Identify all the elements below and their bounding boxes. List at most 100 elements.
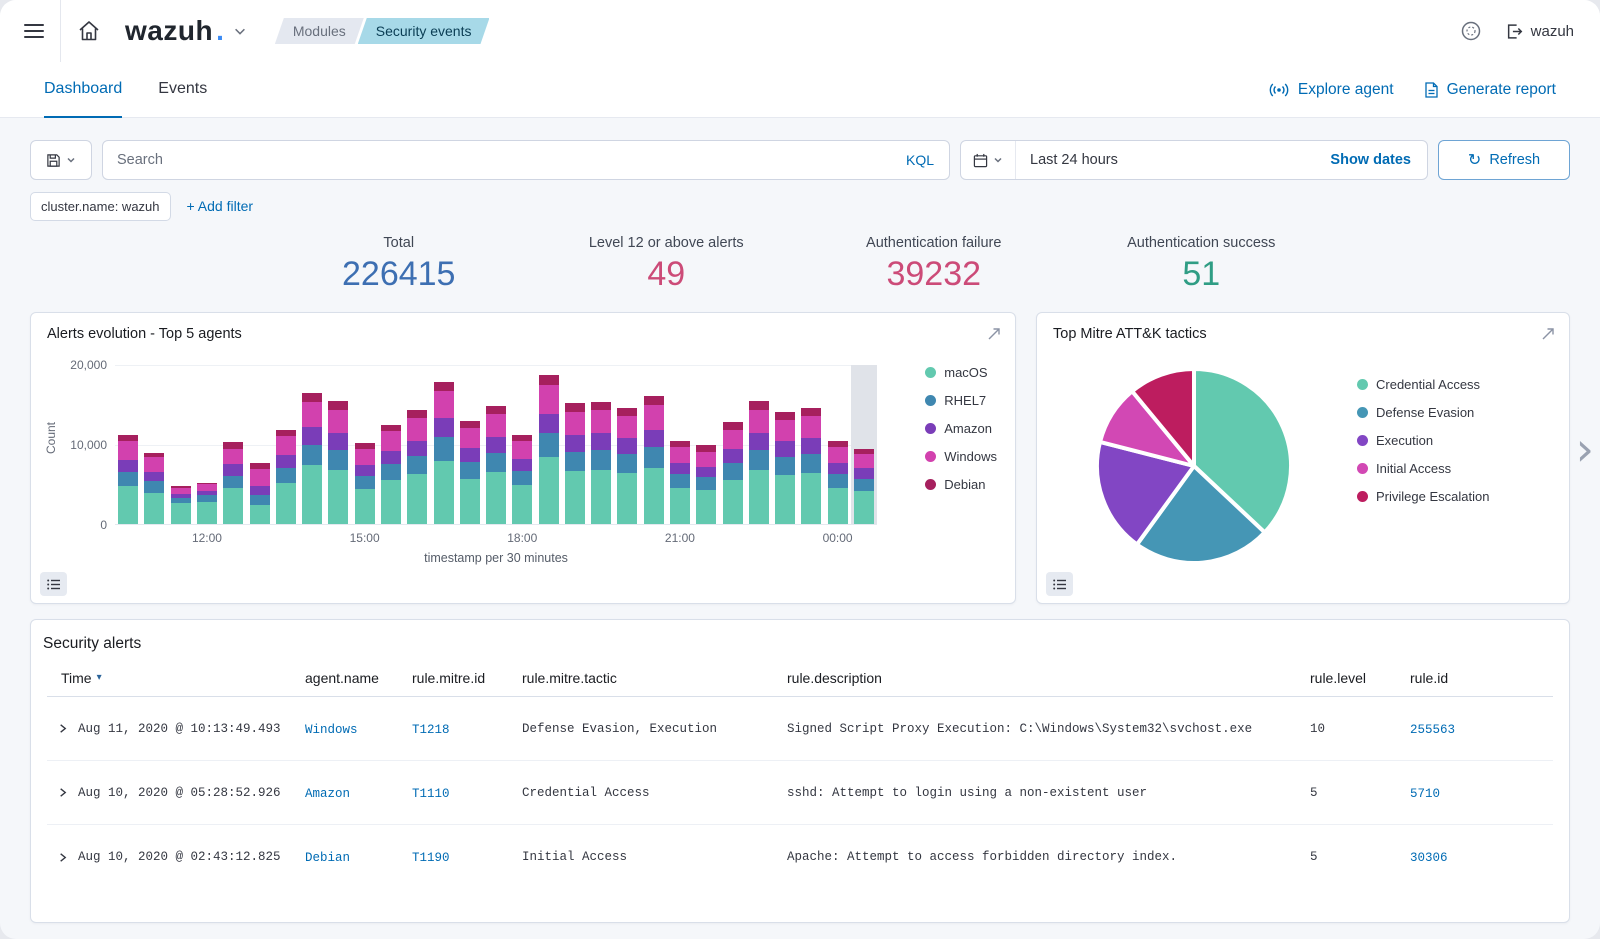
- inspect-chart-button[interactable]: [1046, 572, 1073, 596]
- bar-stack: [276, 365, 296, 524]
- bar-segment-amazon: [617, 438, 637, 454]
- user-menu[interactable]: wazuh: [1506, 23, 1574, 40]
- bar-10:30[interactable]: [115, 365, 141, 524]
- agent-name-link[interactable]: Amazon: [305, 787, 350, 801]
- bar-segment-windows: [591, 410, 611, 433]
- alert-description: sshd: Attempt to login using a non-exist…: [787, 786, 1310, 800]
- filter-bar: cluster.name: wazuh + Add filter: [30, 191, 1570, 221]
- bar-12:30[interactable]: [220, 365, 246, 524]
- bar-segment-amazon: [828, 463, 848, 474]
- column-header-time[interactable]: Time▾: [47, 670, 305, 686]
- legend-defense-evasion[interactable]: Defense Evasion: [1357, 405, 1489, 420]
- legend-privilege-escalation[interactable]: Privilege Escalation: [1357, 489, 1489, 504]
- bar-22:30[interactable]: [746, 365, 772, 524]
- legend-initial-access[interactable]: Initial Access: [1357, 461, 1489, 476]
- bar-segment-macos: [118, 486, 138, 524]
- bar-stack: [486, 365, 506, 524]
- bar-20:00[interactable]: [614, 365, 640, 524]
- bar-00:00[interactable]: [825, 365, 851, 524]
- explore-agent-button[interactable]: Explore agent: [1268, 81, 1394, 99]
- generate-report-button[interactable]: Generate report: [1424, 81, 1556, 99]
- bar-21:00[interactable]: [667, 365, 693, 524]
- bar-12:00[interactable]: [194, 365, 220, 524]
- mitre-id-link[interactable]: T1218: [412, 723, 450, 737]
- menu-button[interactable]: [16, 16, 52, 46]
- time-range-button[interactable]: Last 24 hours: [1016, 152, 1314, 168]
- mitre-id-link[interactable]: T1110: [412, 787, 450, 801]
- bar-stack: [118, 365, 138, 524]
- bar-17:00[interactable]: [457, 365, 483, 524]
- bar-13:30[interactable]: [273, 365, 299, 524]
- bar-19:30[interactable]: [588, 365, 614, 524]
- expand-row-button[interactable]: [55, 785, 70, 800]
- calendar-button[interactable]: [961, 141, 1016, 179]
- show-dates-button[interactable]: Show dates: [1314, 152, 1427, 168]
- legend-credential-access[interactable]: Credential Access: [1357, 377, 1489, 392]
- next-chevron-icon[interactable]: ›: [1576, 426, 1594, 472]
- bar-18:00[interactable]: [509, 365, 535, 524]
- bar-21:30[interactable]: [693, 365, 719, 524]
- bar-segment-rhel7: [355, 476, 375, 490]
- bar-16:30[interactable]: [430, 365, 456, 524]
- bar-15:30[interactable]: [378, 365, 404, 524]
- agent-name-link[interactable]: Debian: [305, 851, 350, 865]
- rule-id-link[interactable]: 30306: [1410, 851, 1448, 865]
- rule-id-link[interactable]: 255563: [1410, 723, 1455, 737]
- legend-execution[interactable]: Execution: [1357, 433, 1489, 448]
- legend-macos[interactable]: macOS: [925, 365, 997, 380]
- bar-segment-macos: [171, 503, 191, 524]
- stat-label: Total: [265, 235, 533, 251]
- bar-11:00[interactable]: [141, 365, 167, 524]
- legend-debian[interactable]: Debian: [925, 477, 997, 492]
- bar-17:30[interactable]: [483, 365, 509, 524]
- breadcrumb-modules[interactable]: Modules: [275, 18, 364, 44]
- wazuh-logo[interactable]: wazuh.: [125, 15, 247, 47]
- legend-dot: [925, 479, 936, 490]
- bar-segment-amazon: [434, 418, 454, 437]
- filter-chip[interactable]: cluster.name: wazuh: [30, 192, 171, 221]
- tab-dashboard[interactable]: Dashboard: [44, 62, 122, 118]
- bar-14:00[interactable]: [299, 365, 325, 524]
- bar-18:30[interactable]: [536, 365, 562, 524]
- bar-14:30[interactable]: [325, 365, 351, 524]
- bar-15:00[interactable]: [352, 365, 378, 524]
- expand-row-button[interactable]: [55, 721, 70, 736]
- home-button[interactable]: [69, 11, 109, 51]
- expand-panel-button[interactable]: [983, 323, 1005, 348]
- mitre-id-link[interactable]: T1190: [412, 851, 450, 865]
- bar-segment-debian: [723, 422, 743, 429]
- bar-19:00[interactable]: [562, 365, 588, 524]
- bar-segment-windows: [539, 385, 559, 414]
- add-filter-button[interactable]: + Add filter: [187, 198, 254, 214]
- bar-segment-rhel7: [381, 464, 401, 480]
- refresh-button[interactable]: ↻ Refresh: [1438, 140, 1570, 180]
- stat-value: 39232: [800, 255, 1068, 294]
- bar-00:30[interactable]: [851, 365, 877, 524]
- kql-button[interactable]: KQL: [891, 152, 949, 168]
- expand-row-button[interactable]: [55, 850, 70, 865]
- tab-events[interactable]: Events: [158, 62, 207, 118]
- bar-13:00[interactable]: [246, 365, 272, 524]
- agent-name-link[interactable]: Windows: [305, 723, 358, 737]
- bar-segment-amazon: [801, 438, 821, 454]
- legend-windows[interactable]: Windows: [925, 449, 997, 464]
- bar-22:00[interactable]: [719, 365, 745, 524]
- bar-23:30[interactable]: [798, 365, 824, 524]
- search-input[interactable]: [103, 141, 891, 179]
- y-tick-label: 20,000: [41, 358, 107, 372]
- expand-panel-button[interactable]: [1537, 323, 1559, 348]
- bar-segment-amazon: [486, 437, 506, 453]
- rule-id-link[interactable]: 5710: [1410, 787, 1440, 801]
- legend-rhel7[interactable]: RHEL7: [925, 393, 997, 408]
- bar-11:30[interactable]: [168, 365, 194, 524]
- bar-23:00[interactable]: [772, 365, 798, 524]
- save-query-button[interactable]: [30, 140, 92, 180]
- legend-amazon[interactable]: Amazon: [925, 421, 997, 436]
- inspect-chart-button[interactable]: [40, 572, 67, 596]
- module-tabs: Dashboard Events Explore agent Generate …: [0, 62, 1600, 118]
- bar-16:00[interactable]: [404, 365, 430, 524]
- status-circle-button[interactable]: [1452, 12, 1490, 50]
- legend-dot: [1357, 379, 1368, 390]
- bar-20:30[interactable]: [641, 365, 667, 524]
- legend-dot: [925, 367, 936, 378]
